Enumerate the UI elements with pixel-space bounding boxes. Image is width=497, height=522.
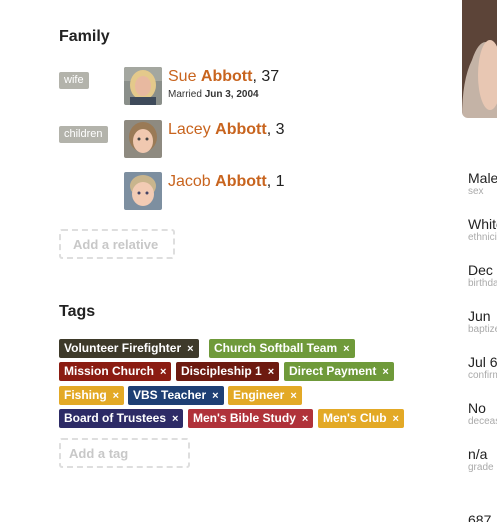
avatar[interactable] bbox=[124, 120, 162, 158]
profile-photo bbox=[462, 0, 497, 118]
tag-engineer[interactable]: Engineer × bbox=[228, 386, 302, 405]
remove-tag-icon[interactable]: × bbox=[393, 413, 399, 425]
remove-tag-icon[interactable]: × bbox=[212, 390, 218, 402]
tag-vbs-teacher[interactable]: VBS Teacher × bbox=[128, 386, 224, 405]
tag-mens-bible-study[interactable]: Men's Bible Study × bbox=[188, 409, 314, 428]
tags-heading: Tags bbox=[59, 303, 96, 320]
person-name[interactable]: Sue Abbott, 37 bbox=[168, 68, 279, 86]
tag-direct-payment[interactable]: Direct Payment × bbox=[284, 362, 394, 381]
remove-tag-icon[interactable]: × bbox=[113, 390, 119, 402]
field-ethnicity: Whiteethnicity bbox=[468, 216, 497, 243]
person-name[interactable]: Jacob Abbott, 1 bbox=[168, 173, 284, 191]
family-member-sue[interactable]: Sue Abbott, 37 Married Jun 3, 2004 bbox=[124, 67, 279, 105]
field-deceased: Nodeceased bbox=[468, 400, 497, 427]
avatar[interactable] bbox=[124, 67, 162, 105]
tag-board-of-trustees[interactable]: Board of Trustees × bbox=[59, 409, 184, 428]
remove-tag-icon[interactable]: × bbox=[302, 413, 308, 425]
add-tag-input[interactable]: Add a tag bbox=[59, 438, 190, 468]
remove-tag-icon[interactable]: × bbox=[160, 366, 166, 378]
married-info: Married Jun 3, 2004 bbox=[168, 89, 259, 100]
tag-volunteer-firefighter[interactable]: Volunteer Firefighter × bbox=[59, 339, 199, 358]
family-heading: Family bbox=[59, 28, 110, 45]
tag-church-softball-team[interactable]: Church Softball Team × bbox=[209, 339, 355, 358]
field-grade: n/a grade bbox=[468, 446, 494, 473]
tag-mens-club[interactable]: Men's Club × bbox=[318, 409, 404, 428]
remove-tag-icon[interactable]: × bbox=[268, 366, 274, 378]
remove-tag-icon[interactable]: × bbox=[172, 413, 178, 425]
remove-tag-icon[interactable]: × bbox=[290, 390, 296, 402]
field-birthdate: Decbirthdate bbox=[468, 262, 497, 289]
tag-mission-church[interactable]: Mission Church × bbox=[59, 362, 172, 381]
family-member-jacob[interactable]: Jacob Abbott, 1 bbox=[124, 172, 284, 210]
remove-tag-icon[interactable]: × bbox=[343, 343, 349, 355]
tag-discipleship-1[interactable]: Discipleship 1 × bbox=[176, 362, 280, 381]
family-member-lacey[interactable]: Lacey Abbott, 3 bbox=[124, 120, 284, 158]
avatar[interactable] bbox=[124, 172, 162, 210]
person-name[interactable]: Lacey Abbott, 3 bbox=[168, 121, 284, 139]
tag-fishing[interactable]: Fishing × bbox=[59, 386, 125, 405]
field-confirmed: Jul 6confirmed bbox=[468, 354, 497, 381]
remove-tag-icon[interactable]: × bbox=[382, 366, 388, 378]
field-truncated: 687 bbox=[468, 512, 492, 522]
field-sex: Male sex bbox=[468, 170, 497, 197]
role-badge-wife: wife bbox=[59, 72, 89, 89]
role-badge-children: children bbox=[59, 126, 108, 143]
remove-tag-icon[interactable]: × bbox=[187, 343, 193, 355]
add-relative-button[interactable]: Add a relative bbox=[59, 229, 175, 259]
field-baptized: Junbaptized bbox=[468, 308, 497, 335]
